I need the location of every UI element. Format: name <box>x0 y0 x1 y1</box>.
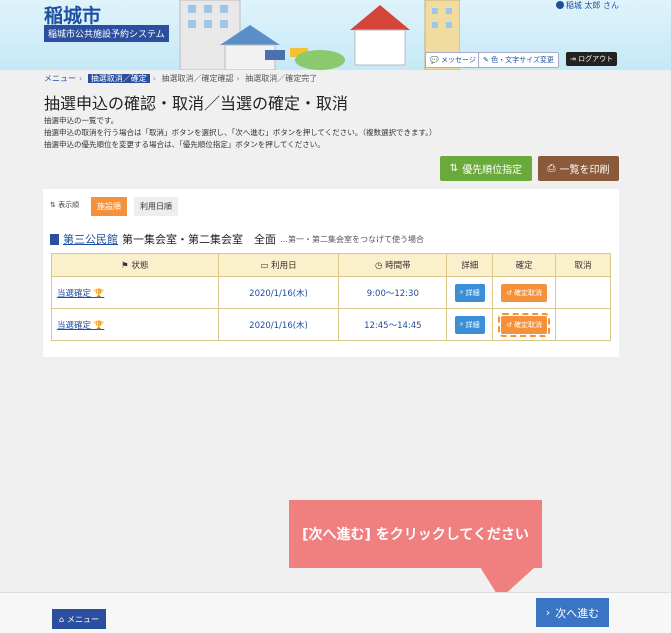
chevron-right-icon: › <box>545 606 551 619</box>
system-title: 稲城市公共施設予約システム <box>44 25 169 42</box>
breadcrumb-separator: › <box>236 74 240 83</box>
detail-button[interactable]: ⌕ 詳細 <box>454 283 485 302</box>
description-line: 抽選申込の取消を行う場合は「取消」ボタンを選択し、「次へ進む」ボタンを押してくだ… <box>44 128 437 137</box>
sort-label: ⇅ 表示順 <box>50 200 79 210</box>
description-line: 抽選申込の優先順位を変更する場合は、「優先順位指定」ボタンを押してください。 <box>44 140 325 149</box>
date-header-label: 利用日 <box>271 261 297 271</box>
confirm-header: 確定 <box>492 253 557 277</box>
header-illustration <box>179 0 460 70</box>
logout-button[interactable]: ⇥ ログアウト <box>566 52 618 66</box>
status-cell[interactable]: 当選確定 🏆 <box>51 276 219 309</box>
date-cell: 2020/1/16(木) <box>217 308 340 341</box>
status-header: ⚑ 状態 <box>51 253 219 277</box>
breadcrumb-current: 抽選取消／確定 <box>87 74 150 83</box>
user-name-text: 稲城 太郎 さん <box>565 1 619 10</box>
zoom-icon: ⌕ <box>459 320 464 328</box>
city-title: 稲城市 <box>44 5 102 27</box>
confirm-cell: ↺ 確定取消 <box>492 276 557 309</box>
trophy-icon: 🏆 <box>93 288 105 299</box>
site-header: 稲城市 稲城市公共施設予約システム 稲城 太郎 さん 💬 メッセージ ✎ 色・文… <box>0 0 671 70</box>
time-cell: 9:00〜12:30 <box>338 276 448 309</box>
color-size-label: 色・文字サイズ変更 <box>491 56 554 64</box>
clock-icon: ◷ <box>375 261 383 271</box>
detail-button-label: 詳細 <box>465 288 480 297</box>
date-header: ▭ 利用日 <box>217 253 340 277</box>
instruction-callout: [次へ進む] をクリックしてください <box>289 500 542 568</box>
sort-order-icon: ⇅ <box>50 201 56 209</box>
facility-rooms: 第一集会室・第二集会室 全面 <box>122 233 276 246</box>
page-description: 抽選申込の一覧です。 抽選申込の取消を行う場合は「取消」ボタンを選択し、「次へ進… <box>44 115 437 151</box>
facility-note: …第一・第二集会室をつなげて使う場合 <box>280 234 424 244</box>
chat-icon: 💬 <box>430 56 439 64</box>
description-line: 抽選申込の一覧です。 <box>44 116 119 125</box>
detail-cell: ⌕ 詳細 <box>446 308 494 341</box>
next-button[interactable]: › 次へ進む <box>536 598 609 627</box>
brush-icon: ✎ <box>483 56 489 64</box>
detail-button[interactable]: ⌕ 詳細 <box>454 315 485 334</box>
sort-icon: ⇅ <box>449 163 459 174</box>
detail-header: 詳細 <box>446 253 494 277</box>
priority-label: 優先順位指定 <box>462 165 523 176</box>
message-button[interactable]: 💬 メッセージ <box>425 52 481 68</box>
facility-name[interactable]: 第三公民館 <box>63 231 118 247</box>
flag-icon: ⚑ <box>121 261 129 271</box>
print-label: 一覧を印刷 <box>559 165 610 176</box>
detail-cell: ⌕ 詳細 <box>446 276 494 309</box>
sort-tab-facility[interactable]: 施設順 <box>91 197 127 216</box>
breadcrumb-menu[interactable]: メニュー <box>44 74 76 83</box>
detail-button-label: 詳細 <box>465 320 480 329</box>
cancel-cell[interactable] <box>555 308 611 341</box>
logout-label: ログアウト <box>578 55 614 63</box>
home-icon: ⌂ <box>58 614 65 624</box>
user-icon <box>555 1 564 9</box>
confirm-cancel-label: 確定取消 <box>514 288 543 297</box>
trophy-icon: 🏆 <box>93 320 105 331</box>
breadcrumb-separator: › <box>152 74 156 83</box>
sort-label-text: 表示順 <box>58 201 80 209</box>
page-title: 抽選申込の確認・取消／当選の確定・取消 <box>44 94 349 113</box>
time-cell: 12:45〜14:45 <box>338 308 448 341</box>
undo-icon: ↺ <box>506 288 513 297</box>
cancel-cell[interactable] <box>555 276 611 309</box>
zoom-icon: ⌕ <box>459 288 464 296</box>
calendar-icon: ▭ <box>260 261 269 271</box>
confirm-cancel-label: 確定取消 <box>514 320 543 329</box>
print-button[interactable]: ⎙ 一覧を印刷 <box>538 156 619 181</box>
breadcrumb: メニュー › 抽選取消／確定 › 抽選取消／確定確認 › 抽選取消／確定完了 <box>44 73 317 84</box>
table-row: 当選確定 🏆 2020/1/16(木) 12:45〜14:45 ⌕ 詳細 ↺ 確定取… <box>51 308 611 341</box>
next-label: 次へ進む <box>555 606 600 620</box>
status-text: 当選確定 <box>57 288 92 299</box>
reservation-panel: ⇅ 表示順 施設順 利用日順 第三公民館 第一集会室・第二集会室 全面 …第一・… <box>43 189 619 357</box>
breadcrumb-separator: › <box>79 74 83 83</box>
reservation-table: ⚑ 状態 ▭ 利用日 ◷ 時間帯 詳細 確定 取消 当選確定 🏆 2020/1/… <box>51 253 611 341</box>
confirm-cell: ↺ 確定取消 <box>492 308 557 341</box>
confirm-cancel-button[interactable]: ↺ 確定取消 <box>498 312 551 337</box>
priority-button[interactable]: ⇅ 優先順位指定 <box>440 156 532 181</box>
sort-tab-date[interactable]: 利用日順 <box>134 197 178 216</box>
breadcrumb-step-complete: 抽選取消／確定完了 <box>245 74 318 83</box>
status-header-label: 状態 <box>131 261 149 271</box>
breadcrumb-step-confirm: 抽選取消／確定確認 <box>161 74 234 83</box>
menu-label: メニュー <box>67 614 100 624</box>
facility-line: 第三公民館 第一集会室・第二集会室 全面 …第一・第二集会室をつなげて使う場合 <box>50 231 424 247</box>
user-name: 稲城 太郎 さん <box>555 0 619 11</box>
building-icon <box>50 233 59 245</box>
date-cell: 2020/1/16(木) <box>217 276 340 309</box>
table-row: 当選確定 🏆 2020/1/16(木) 9:00〜12:30 ⌕ 詳細 ↺ 確定取消 <box>51 276 611 309</box>
message-label: メッセージ <box>440 56 476 64</box>
status-cell[interactable]: 当選確定 🏆 <box>51 308 219 341</box>
logout-icon: ⇥ <box>570 55 576 63</box>
status-text: 当選確定 <box>57 320 92 331</box>
confirm-cancel-button[interactable]: ↺ 確定取消 <box>501 283 548 302</box>
undo-icon: ↺ <box>506 320 513 329</box>
color-size-button[interactable]: ✎ 色・文字サイズ変更 <box>478 52 559 68</box>
menu-button[interactable]: ⌂ メニュー <box>52 609 106 629</box>
cancel-header: 取消 <box>555 253 611 277</box>
print-icon: ⎙ <box>547 163 556 174</box>
time-header-label: 時間帯 <box>385 261 411 271</box>
time-header: ◷ 時間帯 <box>338 253 448 277</box>
